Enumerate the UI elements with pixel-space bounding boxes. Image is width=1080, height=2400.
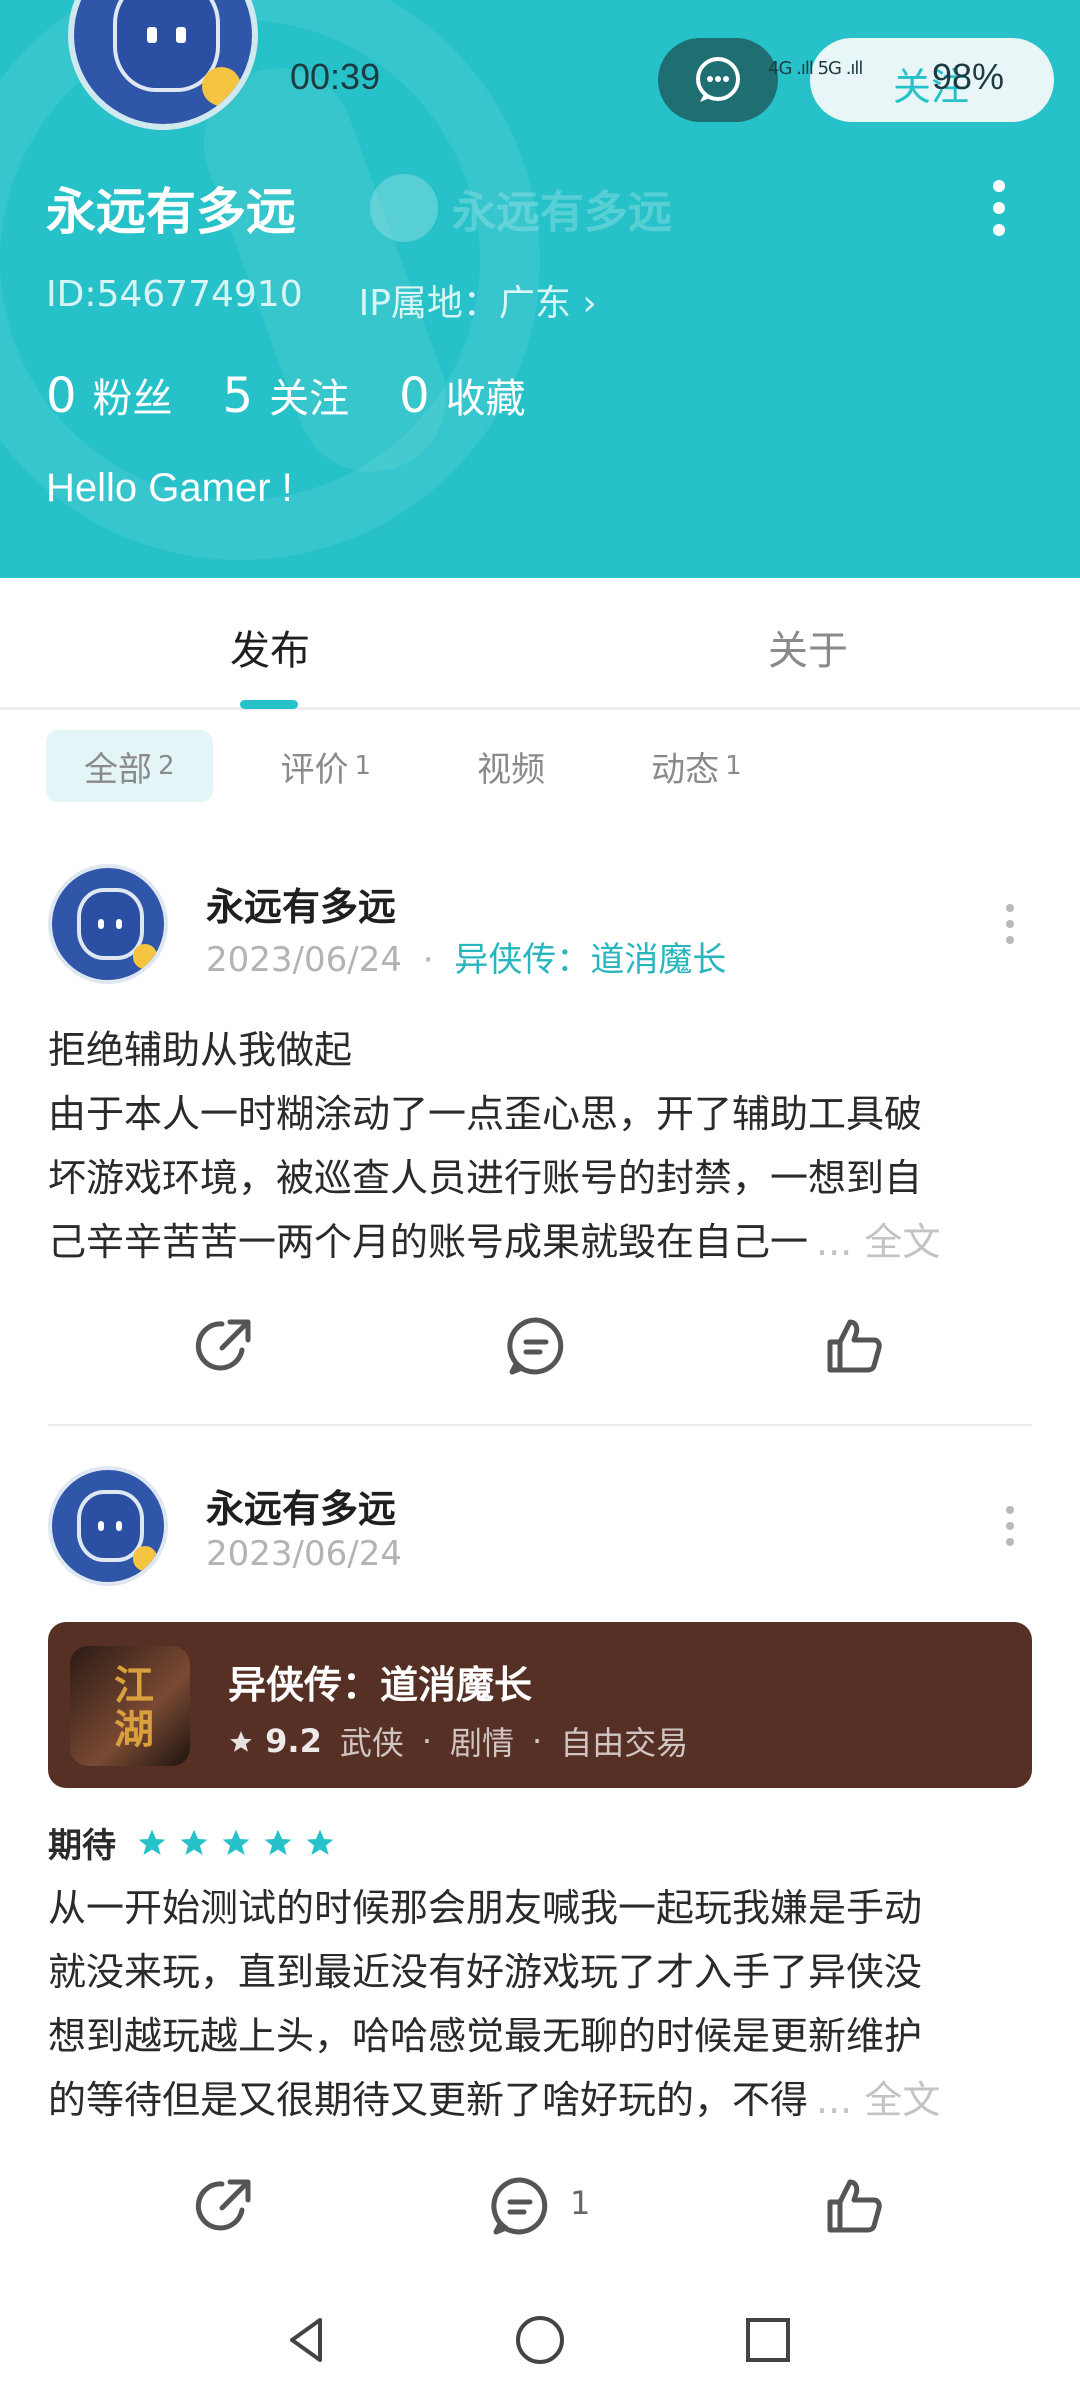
collapsed-avatar xyxy=(370,174,438,242)
collapsed-name: 永远有多远 xyxy=(452,187,672,238)
post-date: 2023/06/24 xyxy=(206,940,402,980)
post-divider xyxy=(48,1424,1032,1426)
post-text-line: 想到越玩越上头，哈哈感觉最无聊的时候是更新维护 xyxy=(48,2014,923,2058)
tab-indicator xyxy=(240,700,298,709)
game-icon-text: 江湖 xyxy=(114,1663,154,1753)
nav-back-button[interactable] xyxy=(276,2308,340,2372)
filter-moments[interactable]: 动态 1 xyxy=(613,730,780,802)
robot-eye-right xyxy=(176,26,187,44)
share-button[interactable] xyxy=(184,1306,264,1386)
game-info: 9.2 武侠 · 剧情 · 自由交易 xyxy=(228,1718,688,1764)
share-icon xyxy=(195,2179,251,2231)
profile-name: 永远有多远 xyxy=(46,183,296,241)
post-body[interactable]: 从一开始测试的时候那会朋友喊我一起玩我嫌是手动 就没来玩，直到最近没有好游戏玩了… xyxy=(48,1876,1038,2132)
post-more-icon[interactable] xyxy=(1000,1506,1020,1546)
meta-separator: · xyxy=(422,940,434,980)
post-text-line: 就没来玩，直到最近没有好游戏玩了才入手了异侠没 xyxy=(48,1950,923,1994)
tab-publish[interactable]: 发布 xyxy=(230,618,310,676)
thumbs-up-icon xyxy=(827,2179,882,2233)
signal-indicator: 4G .ıll 5G .ıll xyxy=(768,58,863,79)
post-text-line: 的等待但是又很期待又更新了啥好玩的，不得... 全文 xyxy=(48,2078,941,2122)
post-game-link[interactable]: 异侠传：道消魔长 xyxy=(454,940,726,980)
robot-eye-left xyxy=(146,26,157,44)
post-more-icon[interactable] xyxy=(1000,904,1020,944)
id-line: ID:546774910 IP属地：广东 › xyxy=(46,274,597,326)
post-text-line: 坏游戏环境，被巡查人员进行账号的封禁，一想到自 xyxy=(48,1156,923,1200)
post-title-line: 拒绝辅助从我做起 xyxy=(48,1028,353,1072)
post-date: 2023/06/24 xyxy=(206,1534,402,1574)
game-tag: 自由交易 xyxy=(560,1724,689,1762)
comment-icon xyxy=(507,1317,564,1375)
ip-location-link[interactable]: IP属地：广东 › xyxy=(359,274,597,326)
share-icon xyxy=(195,1319,251,1371)
stat-followers[interactable]: 0 粉丝 xyxy=(46,366,173,424)
more-options-icon[interactable] xyxy=(984,180,1014,236)
post-avatar[interactable] xyxy=(48,864,168,984)
profile-bio: Hello Gamer ! xyxy=(46,466,293,510)
stat-following[interactable]: 5 关注 xyxy=(223,366,350,424)
game-score: 9.2 xyxy=(228,1722,322,1760)
post-body[interactable]: 拒绝辅助从我做起 由于本人一时糊涂动了一点歪心思，开了辅助工具破 坏游戏环境，被… xyxy=(48,1018,1038,1274)
profile-header: 00:39 4G .ıll 5G .ıll 关注 98% 永远有多远 永远有多远… xyxy=(0,0,1080,578)
share-button[interactable] xyxy=(184,2166,264,2246)
post-meta: 2023/06/24 · 异侠传：道消魔长 xyxy=(206,932,726,981)
nav-home-button[interactable] xyxy=(508,2308,572,2372)
post-avatar[interactable] xyxy=(48,1466,168,1586)
comment-icon xyxy=(491,2177,548,2235)
thumbs-up-icon xyxy=(827,1319,882,1373)
filter-chips: 全部 2 评价 1 视频 动态 1 xyxy=(46,730,780,802)
star-icon xyxy=(138,1829,166,1855)
game-icon: 江湖 xyxy=(70,1646,190,1766)
chat-notification-pill[interactable] xyxy=(658,38,778,122)
game-tag: 剧情 xyxy=(450,1724,515,1762)
star-icon xyxy=(230,1731,252,1752)
comment-count: 1 xyxy=(570,2184,591,2222)
star-icon xyxy=(222,1829,250,1855)
post-actions: 1 xyxy=(0,2166,1080,2246)
comment-button[interactable] xyxy=(496,1306,576,1386)
tab-about[interactable]: 关于 xyxy=(768,618,848,676)
status-time: 00:39 xyxy=(290,56,381,97)
game-tag: 武侠 xyxy=(339,1724,404,1762)
post-text-line: 己辛辛苦苦一两个月的账号成果就毁在自己一... 全文 xyxy=(48,1220,941,1264)
collapsed-title: 永远有多远 xyxy=(370,174,672,242)
game-card[interactable]: 江湖 异侠传：道消魔长 9.2 武侠 · 剧情 · 自由交易 xyxy=(48,1622,1032,1788)
post-text-line: 由于本人一时糊涂动了一点歪心思，开了辅助工具破 xyxy=(48,1092,923,1136)
recents-square-icon xyxy=(746,2318,790,2362)
post-author[interactable]: 永远有多远 xyxy=(206,1478,396,1533)
home-circle-icon xyxy=(516,2316,564,2364)
review-rating: 期待 xyxy=(48,1818,336,1867)
stat-favorites[interactable]: 0 收藏 xyxy=(399,366,526,424)
rating-label: 期待 xyxy=(48,1826,116,1866)
user-id: ID:546774910 xyxy=(46,274,303,315)
read-more-link[interactable]: ... 全文 xyxy=(816,2078,940,2122)
star-icon xyxy=(264,1829,292,1855)
star-icon xyxy=(180,1829,208,1855)
like-button[interactable] xyxy=(814,1306,894,1386)
read-more-link[interactable]: ... 全文 xyxy=(816,1220,940,1264)
filter-videos[interactable]: 视频 xyxy=(439,730,583,802)
comment-button[interactable] xyxy=(480,2166,560,2246)
filter-all[interactable]: 全部 2 xyxy=(46,730,213,802)
system-nav-bar xyxy=(0,2280,1080,2400)
battery-level: 98% xyxy=(932,56,1005,97)
post-actions xyxy=(0,1306,1080,1386)
nav-recents-button[interactable] xyxy=(736,2308,800,2372)
game-title: 异侠传：道消魔长 xyxy=(228,1663,533,1707)
back-triangle-icon xyxy=(290,2318,322,2362)
post-text-line: 从一开始测试的时候那会朋友喊我一起玩我嫌是手动 xyxy=(48,1886,923,1930)
like-button[interactable] xyxy=(814,2166,894,2246)
chat-bubble-icon xyxy=(696,57,740,102)
profile-stats: 0 粉丝 5 关注 0 收藏 xyxy=(46,366,526,424)
profile-tabs: 发布 关于 xyxy=(0,578,1080,710)
filter-reviews[interactable]: 评价 1 xyxy=(243,730,410,802)
star-icon xyxy=(306,1829,334,1855)
post-author[interactable]: 永远有多远 xyxy=(206,876,396,931)
